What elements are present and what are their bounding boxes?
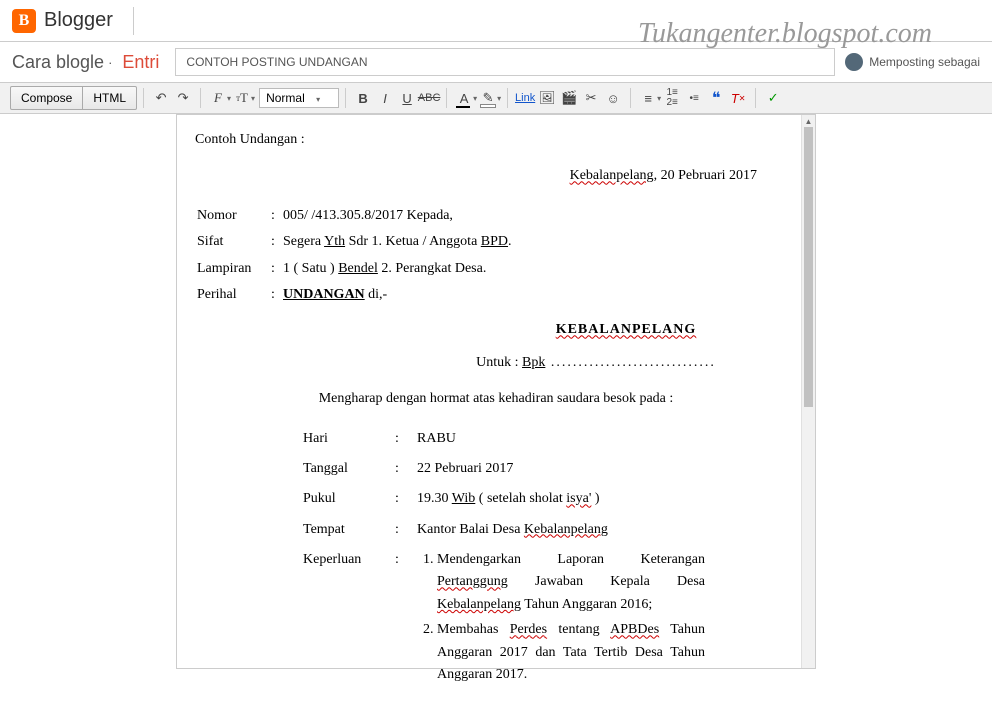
kota-heading: KEBALANPELANG <box>195 319 797 341</box>
remove-format-icon[interactable]: T✕ <box>727 87 749 109</box>
app-header: B Blogger <box>0 0 992 42</box>
scroll-up-icon[interactable]: ▲ <box>802 115 815 127</box>
font-size-icon[interactable]: тT <box>231 87 253 109</box>
doc-heading: Contoh Undangan : <box>195 129 797 151</box>
document-body[interactable]: Contoh Undangan : Kebalanpelang, 20 Pebr… <box>177 115 815 708</box>
vertical-scrollbar[interactable]: ▲ <box>801 115 815 668</box>
doc-date: Kebalanpelang, 20 Pebruari 2017 <box>195 165 757 187</box>
avatar-icon[interactable] <box>845 53 863 71</box>
section-entri[interactable]: Entri <box>122 52 159 73</box>
quote-icon[interactable]: ❝ <box>705 87 727 109</box>
video-icon[interactable]: 🎬 <box>558 87 580 109</box>
editor-toolbar: Compose HTML ↶ ↷ F▾ тT▾ Normal ▾ B I U A… <box>0 82 992 114</box>
italic-icon[interactable]: I <box>374 87 396 109</box>
highlight-color-icon[interactable]: ✎ <box>477 87 499 109</box>
jump-break-icon[interactable]: ✂ <box>580 87 602 109</box>
keperluan-item-2: Membahas Perdes tentang APBDes Tahun Ang… <box>437 619 705 686</box>
post-title-input[interactable] <box>175 48 835 76</box>
image-icon[interactable]: 🖼 <box>536 87 558 109</box>
editor-area: Contoh Undangan : Kebalanpelang, 20 Pebr… <box>0 114 992 669</box>
align-icon[interactable]: ≡ <box>637 87 659 109</box>
title-row: Cara blogle · Entri Memposting sebagai <box>0 42 992 82</box>
scroll-thumb[interactable] <box>804 127 813 407</box>
untuk-line: Untuk : Bpk ............................… <box>195 352 797 374</box>
font-family-icon[interactable]: F <box>207 87 229 109</box>
blogger-logo-icon: B <box>12 9 36 33</box>
redo-icon[interactable]: ↷ <box>172 87 194 109</box>
posting-as-label: Memposting sebagai <box>869 55 980 69</box>
emoji-icon[interactable]: ☺ <box>602 87 624 109</box>
undo-icon[interactable]: ↶ <box>150 87 172 109</box>
blog-name[interactable]: Cara blogle <box>12 52 104 73</box>
intro-line: Mengharap dengan hormat atas kehadiran s… <box>195 388 797 410</box>
bold-icon[interactable]: B <box>352 87 374 109</box>
keperluan-item-1: Mendengarkan Laporan Keterangan Pertangg… <box>437 549 705 616</box>
link-button[interactable]: Link <box>514 87 536 109</box>
header-divider <box>133 7 134 35</box>
meta-table: Nomor:005/ /413.305.8/2017 Kepada, Sifat… <box>195 202 797 310</box>
underline-icon[interactable]: U <box>396 87 418 109</box>
html-button[interactable]: HTML <box>83 86 137 110</box>
editor-canvas[interactable]: Contoh Undangan : Kebalanpelang, 20 Pebr… <box>176 114 816 669</box>
schedule-table: Hari:RABU Tanggal:22 Pebruari 2017 Pukul… <box>295 423 713 695</box>
numbered-list-icon[interactable]: 1≡2≡ <box>661 87 683 109</box>
bullet-list-icon[interactable]: •≡ <box>683 87 705 109</box>
brand-name: Blogger <box>44 9 113 32</box>
strikethrough-icon[interactable]: ABC <box>418 87 440 109</box>
text-color-icon[interactable]: A <box>453 87 475 109</box>
compose-button[interactable]: Compose <box>10 86 83 110</box>
paragraph-format-select[interactable]: Normal ▾ <box>259 88 339 108</box>
spellcheck-icon[interactable]: ✓ <box>762 87 784 109</box>
